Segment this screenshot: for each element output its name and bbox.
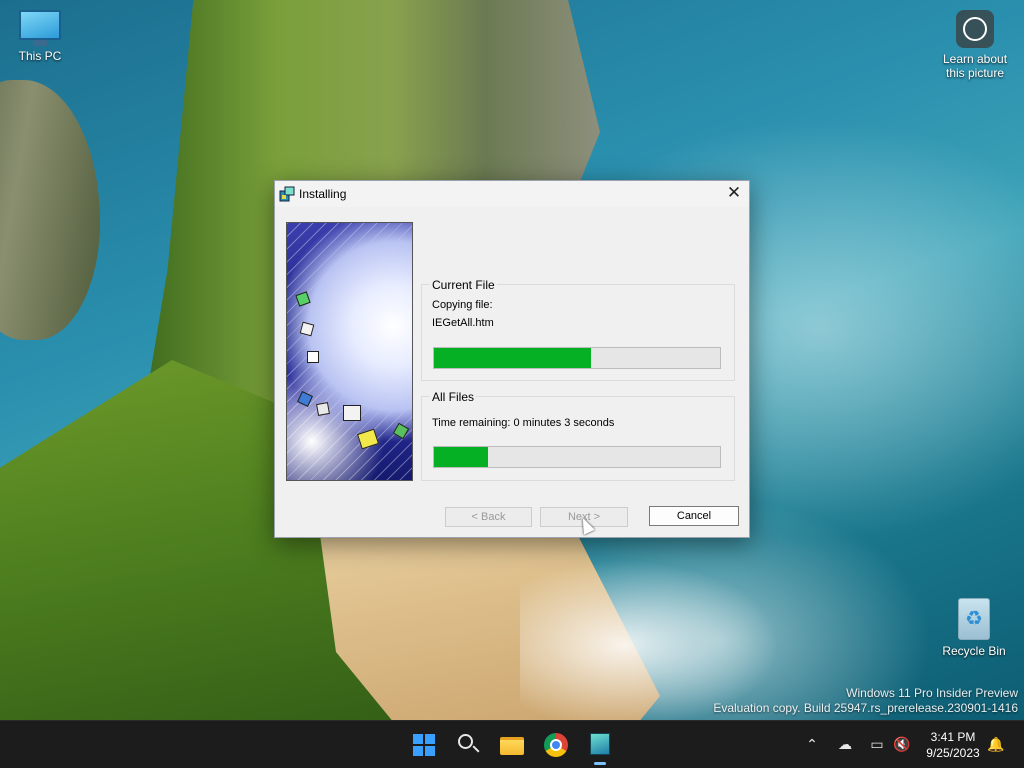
search-icon-handle bbox=[472, 745, 480, 753]
time-remaining-label: Time remaining: 0 minutes 3 seconds bbox=[432, 417, 615, 429]
chrome-button[interactable] bbox=[540, 729, 572, 761]
close-button[interactable]: ✕ bbox=[719, 181, 749, 205]
all-files-group: All Files Time remaining: 0 minutes 3 se… bbox=[421, 390, 735, 481]
notifications-bell-icon[interactable]: 🔔 bbox=[985, 735, 1007, 755]
installer-side-image bbox=[286, 222, 413, 481]
dialog-title: Installing bbox=[299, 187, 347, 201]
search-icon bbox=[458, 734, 473, 749]
file-explorer-button[interactable] bbox=[496, 729, 528, 761]
installing-dialog: Installing ✕ Current File Copying file: … bbox=[274, 180, 750, 538]
copying-file-label: Copying file: bbox=[432, 299, 493, 311]
all-files-progress-bar bbox=[433, 446, 721, 468]
installer-icon bbox=[279, 186, 295, 202]
search-button[interactable] bbox=[452, 729, 484, 761]
current-file-group: Current File Copying file: IEGetAll.htm bbox=[421, 278, 735, 381]
learn-about-picture-desktop-icon[interactable]: Learn about this picture bbox=[935, 10, 1015, 80]
recycle-bin-icon: ♻ bbox=[958, 598, 990, 640]
network-icon[interactable]: ▭ bbox=[866, 735, 888, 755]
clock-time: 3:41 PM bbox=[930, 730, 976, 744]
windows-watermark: Windows 11 Pro Insider Preview Evaluatio… bbox=[713, 686, 1018, 716]
learn-about-picture-label: Learn about this picture bbox=[942, 52, 1008, 80]
this-pc-desktop-icon[interactable]: This PC bbox=[0, 10, 80, 63]
taskbar-clock[interactable]: 3:41 PM 9/25/2023 bbox=[918, 729, 988, 761]
recycle-bin-label: Recycle Bin bbox=[942, 644, 1006, 658]
installer-icon bbox=[590, 733, 610, 755]
all-files-heading: All Files bbox=[430, 390, 477, 404]
current-file-progress-fill bbox=[434, 348, 592, 368]
volume-muted-icon[interactable]: 🔇 bbox=[891, 735, 913, 755]
all-files-progress-fill bbox=[434, 447, 489, 467]
onedrive-icon[interactable]: ☁ bbox=[834, 735, 856, 755]
close-icon: ✕ bbox=[726, 183, 742, 203]
back-button[interactable]: < Back bbox=[445, 507, 532, 527]
folder-icon bbox=[500, 737, 524, 755]
current-file-progress-bar bbox=[433, 347, 721, 369]
watermark-edition: Windows 11 Pro Insider Preview bbox=[846, 686, 1018, 700]
cancel-button[interactable]: Cancel bbox=[649, 506, 739, 526]
watermark-build: Evaluation copy. Build 25947.rs_prerelea… bbox=[713, 701, 1018, 715]
dialog-titlebar[interactable]: Installing ✕ bbox=[275, 181, 749, 207]
clock-date: 9/25/2023 bbox=[926, 746, 980, 760]
wallpaper-cliff-left bbox=[0, 80, 100, 340]
monitor-icon bbox=[0, 10, 80, 46]
recycle-bin-desktop-icon[interactable]: ♻ Recycle Bin bbox=[934, 598, 1014, 658]
current-file-heading: Current File bbox=[430, 278, 497, 292]
start-button[interactable] bbox=[408, 729, 440, 761]
installer-taskbar-button[interactable] bbox=[584, 729, 616, 765]
taskbar: ⌃ ☁ ▭ 🔇 3:41 PM 9/25/2023 🔔 bbox=[0, 720, 1024, 768]
chrome-icon bbox=[544, 733, 568, 757]
show-hidden-icons-chevron-icon[interactable]: ⌃ bbox=[801, 735, 823, 755]
active-app-indicator bbox=[594, 762, 606, 765]
this-pc-label: This PC bbox=[18, 49, 62, 63]
windows-logo-icon bbox=[413, 734, 435, 756]
current-filename: IEGetAll.htm bbox=[432, 317, 494, 329]
camera-info-icon bbox=[956, 10, 994, 48]
